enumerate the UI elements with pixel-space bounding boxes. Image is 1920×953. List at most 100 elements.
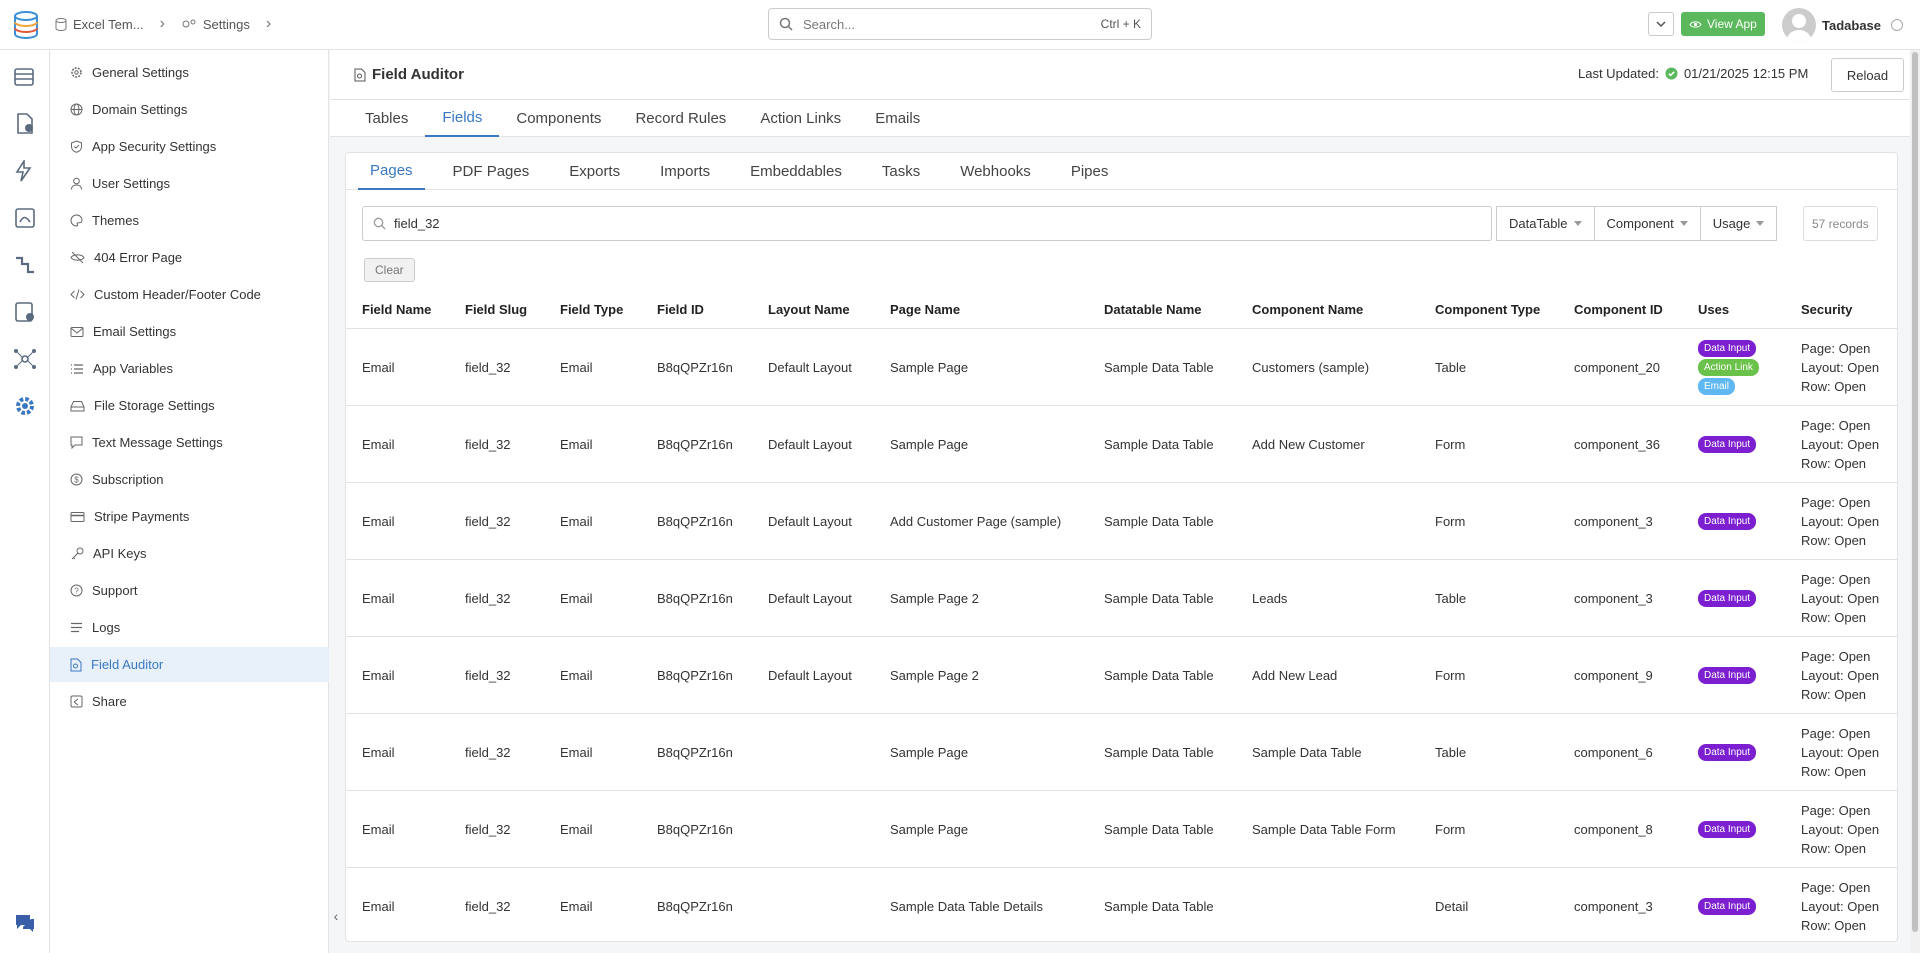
reload-button[interactable]: Reload bbox=[1831, 58, 1904, 92]
scrollbar-thumb[interactable] bbox=[1912, 52, 1918, 932]
tab-pages[interactable]: Pages bbox=[358, 153, 425, 190]
tab-embeddables[interactable]: Embeddables bbox=[738, 153, 854, 190]
field-search-input[interactable]: field_32 bbox=[362, 206, 1492, 241]
clear-button[interactable]: Clear bbox=[364, 258, 415, 282]
cell-page: Sample Page bbox=[890, 359, 969, 375]
tab-pdf-pages[interactable]: PDF Pages bbox=[441, 153, 542, 190]
tab-tables[interactable]: Tables bbox=[348, 100, 425, 137]
tab-record-rules[interactable]: Record Rules bbox=[618, 100, 743, 137]
sidebar-item-themes[interactable]: Themes bbox=[50, 203, 329, 238]
cell-page: Sample Page bbox=[890, 744, 969, 760]
cell-comp-type: Table bbox=[1435, 744, 1467, 760]
tab-pipes[interactable]: Pipes bbox=[1059, 153, 1121, 190]
column-header[interactable]: Page Name bbox=[890, 289, 960, 329]
rail-tables-icon[interactable] bbox=[12, 64, 38, 90]
eye-slash-icon bbox=[70, 251, 85, 264]
field-auditor-card: Pages PDF Pages Exports Imports Embeddab… bbox=[345, 152, 1898, 942]
tab-webhooks[interactable]: Webhooks bbox=[948, 153, 1043, 190]
user-menu[interactable]: Tadabase bbox=[1782, 8, 1904, 42]
cell-comp-type: Form bbox=[1435, 513, 1466, 529]
column-header[interactable]: Security bbox=[1801, 289, 1852, 329]
sidebar-item-domain-settings[interactable]: Domain Settings bbox=[50, 92, 329, 127]
search-icon bbox=[373, 217, 386, 230]
rail-pages-icon[interactable] bbox=[12, 111, 38, 137]
column-header[interactable]: Datatable Name bbox=[1104, 289, 1202, 329]
cell-field-id: B8qQPZr16n bbox=[657, 590, 733, 606]
cell-datatable: Sample Data Table bbox=[1104, 744, 1214, 760]
rail-pipes-icon[interactable] bbox=[12, 252, 38, 278]
sidebar-item-app-security-settings[interactable]: App Security Settings bbox=[50, 129, 329, 164]
app-logo-icon[interactable] bbox=[12, 10, 40, 40]
column-header[interactable]: Field Type bbox=[560, 289, 623, 329]
tab-fields[interactable]: Fields bbox=[425, 100, 500, 137]
view-app-button[interactable]: View App bbox=[1681, 12, 1765, 36]
table-row: Email field_32 Email B8qQPZr16n Sample Data … bbox=[346, 868, 1897, 941]
sidebar-item-general-settings[interactable]: General Settings bbox=[50, 55, 329, 90]
sidebar-item-label: Domain Settings bbox=[92, 102, 188, 117]
column-header[interactable]: Uses bbox=[1698, 289, 1729, 329]
breadcrumb-app[interactable]: Excel Tem... bbox=[55, 17, 144, 32]
global-search-input[interactable]: Search... Ctrl + K bbox=[768, 8, 1152, 40]
sidebar-item-logs[interactable]: Logs bbox=[50, 610, 329, 645]
tab-exports[interactable]: Exports bbox=[557, 153, 632, 190]
sidebar-item-label: Themes bbox=[92, 213, 139, 228]
sidebar-item-text-message-settings[interactable]: Text Message Settings bbox=[50, 425, 329, 460]
component-filter-dropdown[interactable]: Component bbox=[1593, 206, 1701, 241]
cell-field-type: Email bbox=[560, 898, 593, 914]
gear-icon bbox=[71, 67, 82, 78]
rail-pdf-icon[interactable] bbox=[12, 205, 38, 231]
sidebar-item-field-auditor[interactable]: Field Auditor bbox=[50, 647, 329, 682]
collapse-sidebar-chevron-left-icon[interactable]: ‹ bbox=[329, 906, 343, 926]
cell-layout: Default Layout bbox=[768, 436, 852, 452]
cell-field-slug: field_32 bbox=[465, 590, 511, 606]
cell-field-id: B8qQPZr16n bbox=[657, 898, 733, 914]
table-row: Email field_32 Email B8qQPZr16n Default Layo… bbox=[346, 406, 1897, 483]
column-header[interactable]: Component Type bbox=[1435, 289, 1540, 329]
app-menu-dropdown-button[interactable] bbox=[1648, 12, 1674, 36]
svg-text:?: ? bbox=[74, 587, 79, 596]
sidebar-item-share[interactable]: Share bbox=[50, 684, 329, 719]
sidebar-item-404-error-page[interactable]: 404 Error Page bbox=[50, 240, 329, 275]
security-line: Page: Open bbox=[1801, 340, 1871, 356]
page-scrollbar[interactable] bbox=[1910, 50, 1920, 953]
tab-action-links[interactable]: Action Links bbox=[743, 100, 858, 137]
sidebar-item-stripe-payments[interactable]: Stripe Payments bbox=[50, 499, 329, 534]
sidebar-item-file-storage-settings[interactable]: File Storage Settings bbox=[50, 388, 329, 423]
rail-automation-icon[interactable] bbox=[12, 158, 38, 184]
security-line: Page: Open bbox=[1801, 417, 1871, 433]
sidebar-item-custom-header-footer-code[interactable]: Custom Header/Footer Code bbox=[50, 277, 329, 312]
cell-comp-id: component_3 bbox=[1574, 513, 1653, 529]
sidebar-item-support[interactable]: ? Support bbox=[50, 573, 329, 608]
sidebar-item-email-settings[interactable]: Email Settings bbox=[50, 314, 329, 349]
search-placeholder: Search... bbox=[803, 16, 856, 32]
column-header[interactable]: Field Slug bbox=[465, 289, 527, 329]
rail-data-icon[interactable] bbox=[12, 299, 38, 325]
security-line: Row: Open bbox=[1801, 917, 1867, 933]
sidebar-item-user-settings[interactable]: User Settings bbox=[50, 166, 329, 201]
column-header[interactable]: Layout Name bbox=[768, 289, 850, 329]
column-header[interactable]: Field Name bbox=[362, 289, 431, 329]
column-header[interactable]: Component ID bbox=[1574, 289, 1663, 329]
cell-uses: Data Input bbox=[1698, 791, 1757, 867]
tab-tasks[interactable]: Tasks bbox=[870, 153, 932, 190]
usage-filter-dropdown[interactable]: Usage bbox=[1699, 206, 1778, 241]
tab-imports[interactable]: Imports bbox=[648, 153, 722, 190]
datatable-filter-dropdown[interactable]: DataTable bbox=[1496, 206, 1595, 241]
rail-chat-support-icon[interactable] bbox=[12, 910, 38, 936]
breadcrumb-app-label: Excel Tem... bbox=[73, 16, 144, 32]
cell-comp-id: component_9 bbox=[1574, 667, 1653, 683]
database-icon bbox=[55, 17, 67, 31]
tab-emails[interactable]: Emails bbox=[858, 100, 937, 137]
breadcrumb-settings[interactable]: Settings bbox=[181, 17, 250, 32]
sidebar-item-subscription[interactable]: $ Subscription bbox=[50, 462, 329, 497]
sidebar-item-app-variables[interactable]: App Variables bbox=[50, 351, 329, 386]
column-header[interactable]: Field ID bbox=[657, 289, 704, 329]
column-header[interactable]: Component Name bbox=[1252, 289, 1363, 329]
cell-field-id: B8qQPZr16n bbox=[657, 513, 733, 529]
cell-comp-id: component_8 bbox=[1574, 821, 1653, 837]
search-shortcut: Ctrl + K bbox=[1100, 17, 1141, 31]
sidebar-item-api-keys[interactable]: API Keys bbox=[50, 536, 329, 571]
rail-settings-gear-icon[interactable] bbox=[12, 393, 38, 419]
rail-integrations-icon[interactable] bbox=[12, 346, 38, 372]
tab-components[interactable]: Components bbox=[499, 100, 618, 137]
